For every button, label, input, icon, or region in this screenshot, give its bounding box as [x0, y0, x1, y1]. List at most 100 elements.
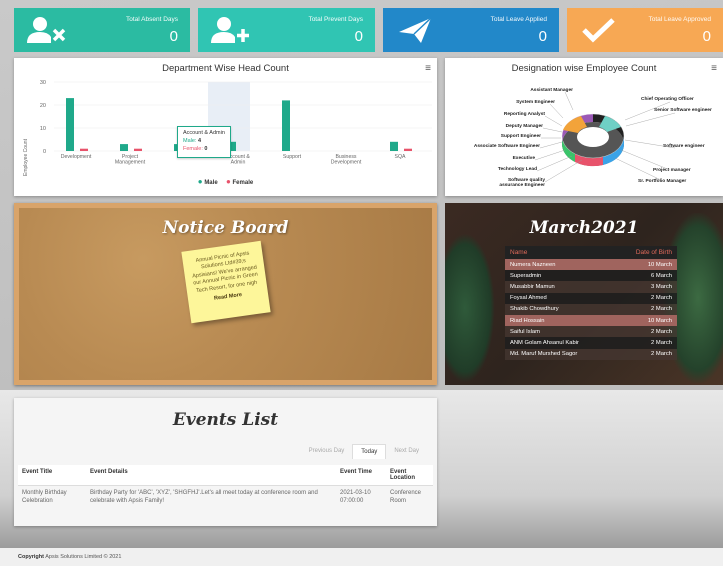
birthday-row: Musabbir Mamun 3 March [505, 281, 677, 293]
designation-label: Sr. Portfolio Manager [638, 178, 686, 184]
footer-bold: Copyright [18, 554, 44, 560]
legend-female[interactable]: ● Female [226, 177, 253, 186]
birthday-row: Riad Hossain 10 March [505, 314, 677, 327]
birthday-row: ANM Golam Ahsanul Kabir 2 March [505, 337, 677, 349]
stat-value: 0 [354, 28, 363, 45]
bar-male[interactable] [120, 144, 128, 151]
table-row: Monthly Birthday Celebration Birthday Pa… [18, 486, 433, 510]
tab-today[interactable]: Today [352, 444, 387, 459]
column-header-name: Name [505, 246, 614, 259]
paper-plane-icon [399, 17, 432, 43]
birthday-row: Numera Nazneen 10 March [505, 259, 677, 271]
column-header: Event Time [336, 465, 386, 486]
tooltip-male-value: 4 [197, 137, 202, 144]
event-title: Monthly Birthday Celebration [22, 490, 67, 504]
events-title: Events List [172, 410, 279, 430]
designation-label: assurance Engineer [499, 182, 545, 188]
date-of-birth: 2 March [613, 348, 677, 360]
y-tick-label: 10 [40, 126, 46, 132]
date-of-birth: 10 March [613, 314, 677, 327]
notice-text: Annual Picnic of Apsis Solutions Ltd#39;… [191, 250, 259, 294]
employee-name: Riad Hossain [505, 314, 614, 327]
designation-label: Deputy Manager [506, 123, 543, 129]
designation-label: Associate Software Engineer [474, 143, 540, 149]
legend-male[interactable]: ● Male [198, 177, 218, 186]
tab-previous-day[interactable]: Previous Day [301, 444, 353, 459]
present-days-card[interactable]: Total Prevent Days 0 [198, 8, 375, 52]
tooltip-female-label: Female: [183, 145, 203, 152]
employee-name: Md. Maruf Murshed Sagor [505, 348, 614, 360]
donut-hole [577, 127, 609, 147]
bar-female[interactable] [80, 148, 88, 151]
birthday-row: Foysal Ahmed 2 March [505, 292, 677, 304]
tab-next-day[interactable]: Next Day [386, 444, 427, 459]
bar-female[interactable] [134, 148, 142, 151]
user-plus-icon [211, 17, 249, 43]
date-of-birth: 2 March [613, 303, 677, 315]
date-of-birth: 2 March [613, 292, 677, 304]
decorative-leaves [445, 233, 495, 383]
notice-board-panel: Notice Board Annual Picnic of Apsis Solu… [14, 203, 437, 385]
events-list-panel: Events List Previous Day Today Next Day … [14, 398, 437, 526]
birthday-row: Saiful Islam 2 March [505, 326, 677, 338]
stat-label: Total Absent Days [125, 16, 178, 23]
employee-name: Superadmin [505, 270, 614, 282]
bar-male[interactable] [390, 141, 398, 151]
employee-name: Foysal Ahmed [505, 292, 614, 304]
designation-label: System Engineer [516, 99, 555, 105]
column-header: Event Location [386, 465, 433, 486]
x-tick-label: Development [61, 154, 92, 160]
employee-name: Numera Nazneen [505, 259, 614, 271]
column-header: Event Details [86, 465, 336, 486]
stat-label: Total Leave Approved [648, 16, 711, 23]
designation-label: Software engineer [663, 143, 705, 149]
chart-legend: ● Male ● Female [14, 177, 437, 186]
chart-tooltip: Account & Admin Male: 4 Female: 0 [177, 126, 231, 158]
absent-days-card[interactable]: Total Absent Days 0 [14, 8, 190, 52]
x-tick-label: Admin [231, 160, 246, 166]
designation-label: Senior Software engineer [654, 107, 712, 113]
y-axis-label: Employee Count [23, 138, 29, 176]
leave-approved-card[interactable]: Total Leave Approved 0 [567, 8, 723, 52]
date-of-birth: 2 March [613, 337, 677, 349]
column-header: Event Title [18, 465, 86, 486]
employee-name: ANM Golam Ahsanul Kabir [505, 337, 614, 349]
y-tick-label: 30 [40, 80, 46, 86]
stat-label: Total Prevent Days [308, 16, 363, 23]
date-of-birth: 2 March [613, 326, 677, 338]
leave-applied-card[interactable]: Total Leave Applied 0 [383, 8, 559, 52]
column-header-dob: Date of Birth [613, 246, 677, 259]
sticky-note[interactable]: Annual Picnic of Apsis Solutions Ltd#39;… [181, 240, 271, 324]
birthday-row: Superadmin 6 March [505, 270, 677, 282]
designation-donut-chart: Assistant Manager System Engineer Reportin… [474, 87, 712, 188]
designation-chart-panel: Designation wise Employee Count ≡ Assist… [445, 58, 723, 196]
tooltip-title: Account & Admin [183, 130, 225, 136]
footer: Copyright Apsis Solutions Limited © 2021 [0, 548, 723, 566]
employee-name: Saiful Islam [505, 326, 614, 338]
day-tabs: Previous Day Today Next Day [301, 444, 427, 459]
date-of-birth: 10 March [613, 259, 677, 271]
birthday-table: Name Date of Birth Numera Nazneen 10 Marc… [505, 246, 677, 360]
bar-female[interactable] [404, 148, 412, 151]
footer-text: Apsis Solutions Limited © 2021 [45, 554, 122, 560]
y-tick-label: 0 [43, 149, 46, 155]
events-table: Event Title Event Details Event Time Eve… [18, 465, 433, 510]
designation-label: Executive [513, 155, 536, 161]
date-of-birth: 6 March [613, 270, 677, 282]
designation-label: Assistant Manager [530, 87, 573, 93]
stat-value: 0 [169, 28, 178, 45]
date-of-birth: 3 March [613, 281, 677, 293]
employee-name: Musabbir Mamun [505, 281, 614, 293]
birthday-row: Md. Maruf Murshed Sagor 2 March [505, 348, 677, 360]
birthday-row: Shakib Chowdhury 2 March [505, 303, 677, 315]
stat-label: Total Leave Applied [490, 16, 547, 23]
x-tick-label: Support [283, 154, 302, 160]
bar-male[interactable] [66, 98, 74, 151]
designation-label: Reporting Analyst [504, 111, 546, 117]
designation-label: Chief Operating Officer [641, 96, 694, 102]
stat-value: 0 [702, 28, 711, 45]
designation-label: Support Engineer [501, 133, 541, 139]
employee-name: Shakib Chowdhury [505, 303, 614, 315]
bar-male[interactable] [282, 100, 290, 151]
stat-value: 0 [538, 28, 547, 45]
